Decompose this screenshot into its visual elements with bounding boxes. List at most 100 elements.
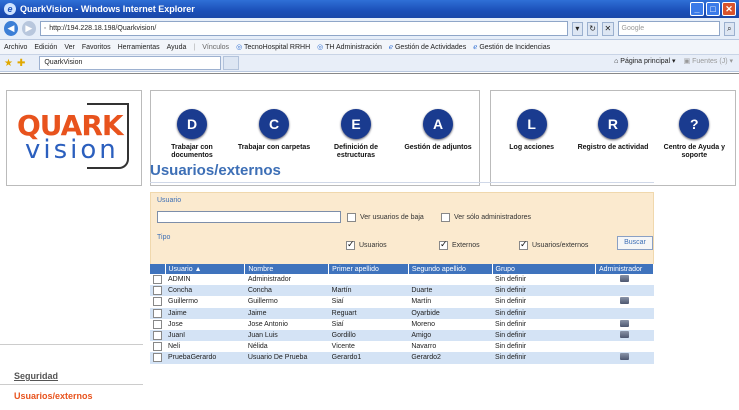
tipo-usuarios-checkbox[interactable] bbox=[346, 239, 355, 250]
row-select-checkbox[interactable] bbox=[153, 308, 162, 318]
link-th-admin[interactable]: ◎ TH Administración bbox=[317, 43, 382, 51]
favorites-star-icon[interactable]: ★ bbox=[4, 58, 13, 69]
page-content: QUARK vision D Trabajar con documentos C… bbox=[0, 73, 739, 410]
menu-ver[interactable]: Ver bbox=[64, 44, 75, 51]
table-row[interactable]: Neli Nélida Vicente Navarro Sin definir bbox=[150, 341, 654, 352]
row-select-checkbox[interactable] bbox=[153, 297, 162, 307]
cell-segundo-apellido: Moreno bbox=[411, 320, 436, 328]
sidebar-item-seguridad[interactable]: Seguridad bbox=[14, 371, 58, 381]
link-tecnohospital[interactable]: ◎ TecnoHospital RRHH bbox=[236, 43, 310, 51]
column-header-usuario[interactable]: Usuario ▲ bbox=[165, 264, 246, 274]
cell-usuario: Concha bbox=[165, 285, 245, 297]
cell-primer-apellido: Gordillo bbox=[328, 329, 409, 342]
home-button[interactable]: ⌂ Página principal ▾ bbox=[614, 57, 675, 65]
cell-usuario: Jose bbox=[168, 320, 183, 328]
close-button[interactable]: ✕ bbox=[722, 2, 736, 16]
row-select-checkbox[interactable] bbox=[153, 331, 162, 341]
back-button[interactable]: ◀ bbox=[4, 21, 18, 36]
cell-segundo-apellido: Oyarbide bbox=[408, 307, 492, 319]
quarkvision-logo[interactable]: QUARK vision bbox=[6, 90, 142, 186]
cell-segundo-apellido: Gerardo2 bbox=[408, 352, 492, 364]
cell-grupo: Sin definir bbox=[492, 285, 596, 297]
tool-estructuras[interactable]: E Definición de estructuras bbox=[315, 91, 397, 185]
forward-button[interactable]: ▶ bbox=[21, 21, 36, 36]
ver-admin-option[interactable]: Ver sólo administradores bbox=[441, 213, 531, 222]
feeds-button[interactable]: ▣ Fuentes (J) ▾ bbox=[684, 57, 733, 65]
url-field[interactable]: ▫ http://194.228.18.198/Quarkvision/ bbox=[39, 21, 568, 36]
cell-segundo-apellido bbox=[408, 274, 492, 285]
cell-usuario: Guillermo bbox=[168, 298, 198, 306]
menu-separator: | bbox=[193, 43, 196, 51]
table-row[interactable]: Concha Concha Martín Duarte Sin definir bbox=[150, 285, 654, 297]
ver-baja-checkbox[interactable] bbox=[347, 213, 356, 222]
tipo-usuarios-option[interactable]: Usuarios bbox=[346, 239, 387, 250]
tool-ayuda-soporte[interactable]: ? Centro de Ayuda y soporte bbox=[654, 91, 735, 185]
row-select-checkbox[interactable] bbox=[153, 286, 162, 296]
column-header-administrador[interactable]: Administrador bbox=[595, 264, 654, 274]
cell-grupo: Sin definir bbox=[495, 343, 527, 351]
row-select-checkbox[interactable] bbox=[153, 353, 162, 363]
table-row[interactable]: PruebaGerardo Usuario De Prueba Gerardo1 Ge… bbox=[150, 352, 654, 364]
tipo-externos-label: Externos bbox=[452, 242, 480, 249]
row-select-checkbox[interactable] bbox=[153, 275, 162, 285]
table-row[interactable]: Jose Jose Antonio Siaí Moreno Sin definir bbox=[150, 319, 654, 330]
cell-administrador bbox=[595, 307, 654, 319]
window-titlebar: e QuarkVision - Windows Internet Explore… bbox=[0, 0, 739, 18]
table-row[interactable]: JuanI Juan Luis Gordillo Amigo Sin definir bbox=[150, 329, 654, 342]
ver-baja-option[interactable]: Ver usuarios de baja bbox=[347, 213, 424, 222]
link-actividades[interactable]: ℯ Gestión de Actividades bbox=[389, 43, 466, 51]
maximize-button[interactable]: □ bbox=[706, 2, 720, 16]
table-row[interactable]: ADMIN Administrador Sin definir bbox=[150, 274, 654, 285]
tool-registro-actividad[interactable]: R Registro de actividad bbox=[572, 91, 653, 185]
menu-archivo[interactable]: Archivo bbox=[4, 44, 27, 51]
add-favorite-icon[interactable]: ✚ bbox=[17, 58, 25, 69]
column-header-primer-apellido[interactable]: Primer apellido bbox=[328, 264, 409, 274]
table-row[interactable]: Jaime Jaime Reguart Oyarbide Sin definir bbox=[150, 307, 654, 319]
page-icon: ▫ bbox=[43, 25, 47, 32]
menu-bar: Archivo Edición Ver Favoritos Herramient… bbox=[0, 40, 739, 55]
tipo-externos-option[interactable]: Externos bbox=[439, 239, 480, 250]
row-select-checkbox[interactable] bbox=[153, 319, 162, 329]
cell-segundo-apellido: Duarte bbox=[408, 285, 492, 297]
cell-segundo-apellido: Martín bbox=[411, 298, 432, 306]
tipo-usuarios-externos-option[interactable]: Usuarios/externos bbox=[519, 239, 588, 250]
search-icon[interactable]: ⌕ bbox=[723, 21, 735, 36]
cell-nombre: Jaime bbox=[244, 307, 329, 319]
refresh-icon[interactable]: ↻ bbox=[587, 21, 599, 36]
tipo-externos-checkbox[interactable] bbox=[439, 239, 448, 250]
menu-ayuda[interactable]: Ayuda bbox=[167, 44, 187, 51]
folder-icon: C bbox=[259, 109, 289, 139]
tool-adjuntos[interactable]: A Gestión de adjuntos bbox=[397, 91, 479, 185]
link-incidencias[interactable]: ℯ Gestión de Incidencias bbox=[473, 43, 550, 51]
usuario-input[interactable] bbox=[157, 211, 341, 223]
menu-favoritos[interactable]: Favoritos bbox=[82, 44, 111, 51]
new-tab-button[interactable] bbox=[223, 56, 240, 70]
cell-grupo: Sin definir bbox=[495, 298, 527, 306]
menu-edicion[interactable]: Edición bbox=[34, 44, 57, 51]
column-header-grupo[interactable]: Grupo bbox=[492, 264, 597, 274]
table-body: ADMIN Administrador Sin definir Concha Conch… bbox=[150, 274, 654, 364]
tipo-usuarios-label: Usuarios bbox=[359, 242, 387, 249]
tab-quarkvision[interactable]: QuarkVision bbox=[39, 56, 222, 70]
column-header-nombre[interactable]: Nombre bbox=[244, 264, 330, 274]
stop-icon[interactable]: ✕ bbox=[602, 21, 614, 36]
tipo-legend: Tipo bbox=[157, 234, 171, 241]
ver-admin-label: Ver sólo administradores bbox=[454, 214, 532, 221]
page-title: Usuarios/externos bbox=[150, 162, 281, 179]
menu-herramientas[interactable]: Herramientas bbox=[118, 44, 160, 51]
tipo-usuarios-externos-checkbox[interactable] bbox=[519, 239, 528, 250]
table-row[interactable]: Guillermo Guillermo Siaí Martín Sin definir bbox=[150, 296, 654, 307]
ver-admin-checkbox[interactable] bbox=[441, 213, 450, 222]
usuario-legend: Usuario bbox=[157, 197, 182, 204]
logo-text-vision: vision bbox=[25, 135, 119, 165]
sidebar-item-usuarios-externos[interactable]: Usuarios/externos bbox=[0, 384, 143, 406]
column-header-segundo-apellido[interactable]: Segundo apellido bbox=[408, 264, 493, 274]
buscar-button[interactable]: Buscar bbox=[617, 236, 653, 250]
minimize-button[interactable]: _ bbox=[690, 2, 704, 16]
row-select-checkbox[interactable] bbox=[153, 342, 162, 352]
dropdown-icon[interactable]: ▾ bbox=[571, 21, 584, 36]
cell-primer-apellido: Vicente bbox=[331, 343, 355, 351]
cell-nombre: Concha bbox=[244, 285, 329, 297]
tool-log-acciones[interactable]: L Log acciones bbox=[491, 91, 572, 185]
search-input[interactable]: Google bbox=[617, 21, 720, 36]
